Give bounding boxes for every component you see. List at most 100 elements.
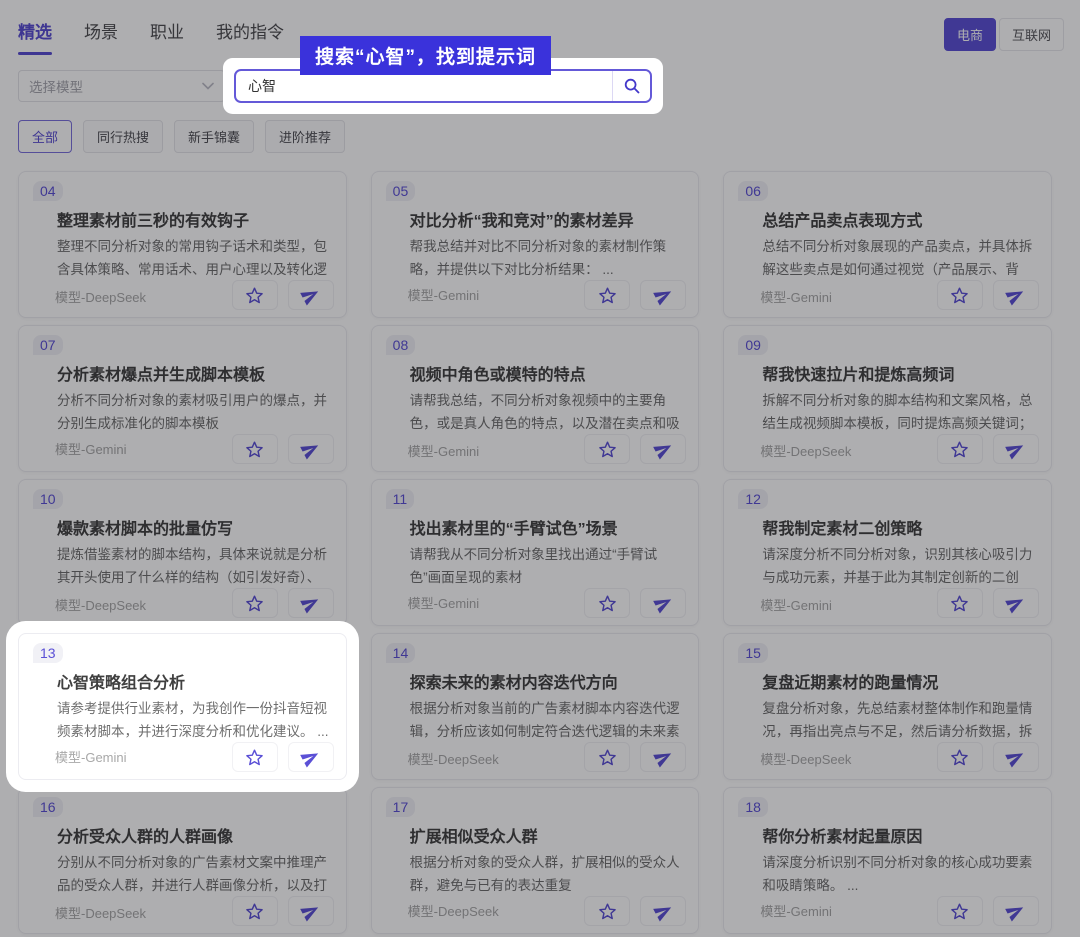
- card-number: 06: [738, 181, 768, 201]
- card-title: 扩展相似受众人群: [409, 829, 538, 846]
- favorite-star-button[interactable]: [231, 280, 278, 310]
- prompt-card[interactable]: 12 帮我制定素材二创策略 请深度分析不同分析对象，识别其核心吸引力与成功元素，…: [723, 479, 1052, 626]
- favorite-star-button[interactable]: [231, 742, 278, 772]
- star-icon: [599, 903, 616, 919]
- favorite-star-button[interactable]: [936, 742, 983, 772]
- favorite-star-button[interactable]: [584, 588, 631, 618]
- prompt-card[interactable]: 04 整理素材前三秒的有效钩子 整理不同分析对象的常用钩子话术和类型，包含具体策…: [18, 171, 347, 318]
- card-number: 05: [385, 181, 416, 201]
- card-actions: [584, 742, 687, 772]
- send-button[interactable]: [287, 742, 334, 772]
- star-icon: [246, 903, 263, 919]
- filter-chip[interactable]: 同行热搜: [83, 120, 164, 153]
- card-title: 分析素材爆点并生成脚本模板: [57, 367, 266, 384]
- card-description: 请帮我总结，不同分析对象视频中的主要角色，或是真人角色的特点，以及潜在卖点和吸引…: [409, 393, 680, 431]
- favorite-star-button[interactable]: [936, 588, 983, 618]
- card-number: 09: [738, 335, 768, 355]
- prompt-card[interactable]: 08 视频中角色或模特的特点 请帮我总结，不同分析对象视频中的主要角色，或是真人…: [370, 325, 700, 472]
- send-plane-icon: [1005, 598, 1024, 614]
- send-plane-icon: [300, 598, 319, 614]
- send-button[interactable]: [640, 896, 687, 926]
- card-description: 分别从不同分析对象的广告素材文案中推理产品的受众人群，并进行人群画像分析，以及打…: [57, 855, 327, 893]
- search-input[interactable]: [236, 71, 612, 101]
- model-select[interactable]: 选择模型: [18, 70, 225, 102]
- card-description: 根据分析对象的受众人群，扩展相似的受众人群，避免与已有的表达重复: [409, 855, 680, 893]
- filter-chip[interactable]: 新手锦囊: [174, 120, 255, 153]
- prompt-card[interactable]: 11 找出素材里的“手臂试色”场景 请帮我从不同分析对象里找出通过“手臂试色”画…: [370, 479, 700, 626]
- send-button[interactable]: [640, 434, 687, 464]
- prompt-card[interactable]: 10 爆款素材脚本的批量仿写 提炼借鉴素材的脚本结构，具体来说就是分析其开头使用…: [18, 479, 347, 626]
- star-icon: [246, 441, 263, 457]
- region-toggle-button[interactable]: 互联网: [998, 18, 1064, 51]
- send-button[interactable]: [640, 280, 687, 310]
- send-plane-icon: [300, 444, 319, 460]
- favorite-star-button[interactable]: [936, 280, 983, 310]
- card-description: 分析不同分析对象的素材吸引用户的爆点，并分别生成标准化的脚本模板: [57, 393, 327, 431]
- send-button[interactable]: [992, 280, 1039, 310]
- star-icon: [951, 441, 969, 457]
- favorite-star-button[interactable]: [584, 896, 631, 926]
- favorite-star-button[interactable]: [231, 434, 278, 464]
- prompt-card[interactable]: 06 总结产品卖点表现方式 总结不同分析对象展现的产品卖点，并具体拆解这些卖点是…: [723, 171, 1052, 318]
- prompt-card[interactable]: 05 对比分析“我和竞对”的素材差异 帮我总结并对比不同分析对象的素材制作策略，…: [370, 171, 700, 318]
- search-button[interactable]: [612, 71, 650, 101]
- nav-tab[interactable]: 场景: [84, 18, 118, 55]
- star-icon: [599, 441, 616, 457]
- card-title: 心智策略组合分析: [57, 675, 186, 692]
- favorite-star-button[interactable]: [584, 742, 631, 772]
- region-toggle: 电商 互联网: [943, 18, 1064, 51]
- card-actions: [231, 588, 334, 618]
- prompt-card[interactable]: 15 复盘近期素材的跑量情况 复盘分析对象，先总结素材整体制作和跑量情况，再指出…: [723, 633, 1052, 780]
- favorite-star-button[interactable]: [584, 280, 631, 310]
- send-plane-icon: [652, 444, 672, 460]
- card-description: 整理不同分析对象的常用钩子话术和类型，包含具体策略、常用话术、用户心理以及转化逻…: [57, 239, 327, 277]
- region-toggle-button[interactable]: 电商: [943, 18, 996, 51]
- send-plane-icon: [1005, 906, 1024, 922]
- favorite-star-button[interactable]: [584, 434, 631, 464]
- card-actions: [936, 280, 1039, 310]
- card-actions: [584, 896, 687, 926]
- send-button[interactable]: [992, 588, 1039, 618]
- prompt-card[interactable]: 09 帮我快速拉片和提炼高频词 拆解不同分析对象的脚本结构和文案风格，总结生成视…: [723, 325, 1052, 472]
- card-title: 分析受众人群的人群画像: [57, 829, 234, 846]
- send-plane-icon: [652, 598, 672, 614]
- nav-tab[interactable]: 职业: [150, 18, 184, 55]
- send-button[interactable]: [640, 742, 687, 772]
- send-button[interactable]: [287, 434, 334, 464]
- send-button[interactable]: [287, 280, 334, 310]
- send-button[interactable]: [287, 588, 334, 618]
- card-actions: [584, 588, 687, 618]
- prompt-card[interactable]: 13 心智策略组合分析 请参考提供行业素材，为我创作一份抖音短视频素材脚本，并进…: [18, 633, 347, 780]
- nav-tab[interactable]: 我的指令: [216, 18, 284, 55]
- prompt-card[interactable]: 18 帮你分析素材起量原因 请深度分析识别不同分析对象的核心成功要素和吸睛策略。…: [723, 787, 1052, 934]
- card-number: 15: [738, 643, 768, 663]
- prompt-card[interactable]: 14 探索未来的素材内容迭代方向 根据分析对象当前的广告素材脚本内容迭代逻辑，分…: [370, 633, 700, 780]
- filter-chip[interactable]: 全部: [18, 120, 73, 153]
- prompt-card[interactable]: 07 分析素材爆点并生成脚本模板 分析不同分析对象的素材吸引用户的爆点，并分别生…: [18, 325, 347, 472]
- card-title: 找出素材里的“手臂试色”场景: [409, 521, 618, 538]
- card-actions: [584, 280, 687, 310]
- card-title: 帮我制定素材二创策略: [762, 521, 923, 538]
- favorite-star-button[interactable]: [231, 896, 278, 926]
- favorite-star-button[interactable]: [936, 896, 983, 926]
- star-icon: [246, 749, 263, 765]
- send-button[interactable]: [992, 896, 1039, 926]
- card-title: 视频中角色或模特的特点: [409, 367, 586, 384]
- card-title: 整理素材前三秒的有效钩子: [57, 213, 250, 230]
- send-button[interactable]: [992, 742, 1039, 772]
- favorite-star-button[interactable]: [231, 588, 278, 618]
- nav-tab[interactable]: 精选: [18, 18, 52, 55]
- chevron-down-icon: [202, 82, 214, 90]
- send-button[interactable]: [992, 434, 1039, 464]
- favorite-star-button[interactable]: [936, 434, 983, 464]
- card-actions: [936, 742, 1039, 772]
- send-button[interactable]: [287, 896, 334, 926]
- filter-chip[interactable]: 进阶推荐: [265, 120, 346, 153]
- card-number: 12: [738, 489, 768, 509]
- send-button[interactable]: [640, 588, 687, 618]
- card-description: 请深度分析识别不同分析对象的核心成功要素和吸睛策略。 ...: [762, 855, 1033, 893]
- prompt-card[interactable]: 16 分析受众人群的人群画像 分别从不同分析对象的广告素材文案中推理产品的受众人…: [18, 787, 347, 934]
- prompt-card[interactable]: 17 扩展相似受众人群 根据分析对象的受众人群，扩展相似的受众人群，避免与已有的…: [370, 787, 700, 934]
- card-number: 11: [385, 489, 415, 509]
- send-plane-icon: [300, 290, 319, 306]
